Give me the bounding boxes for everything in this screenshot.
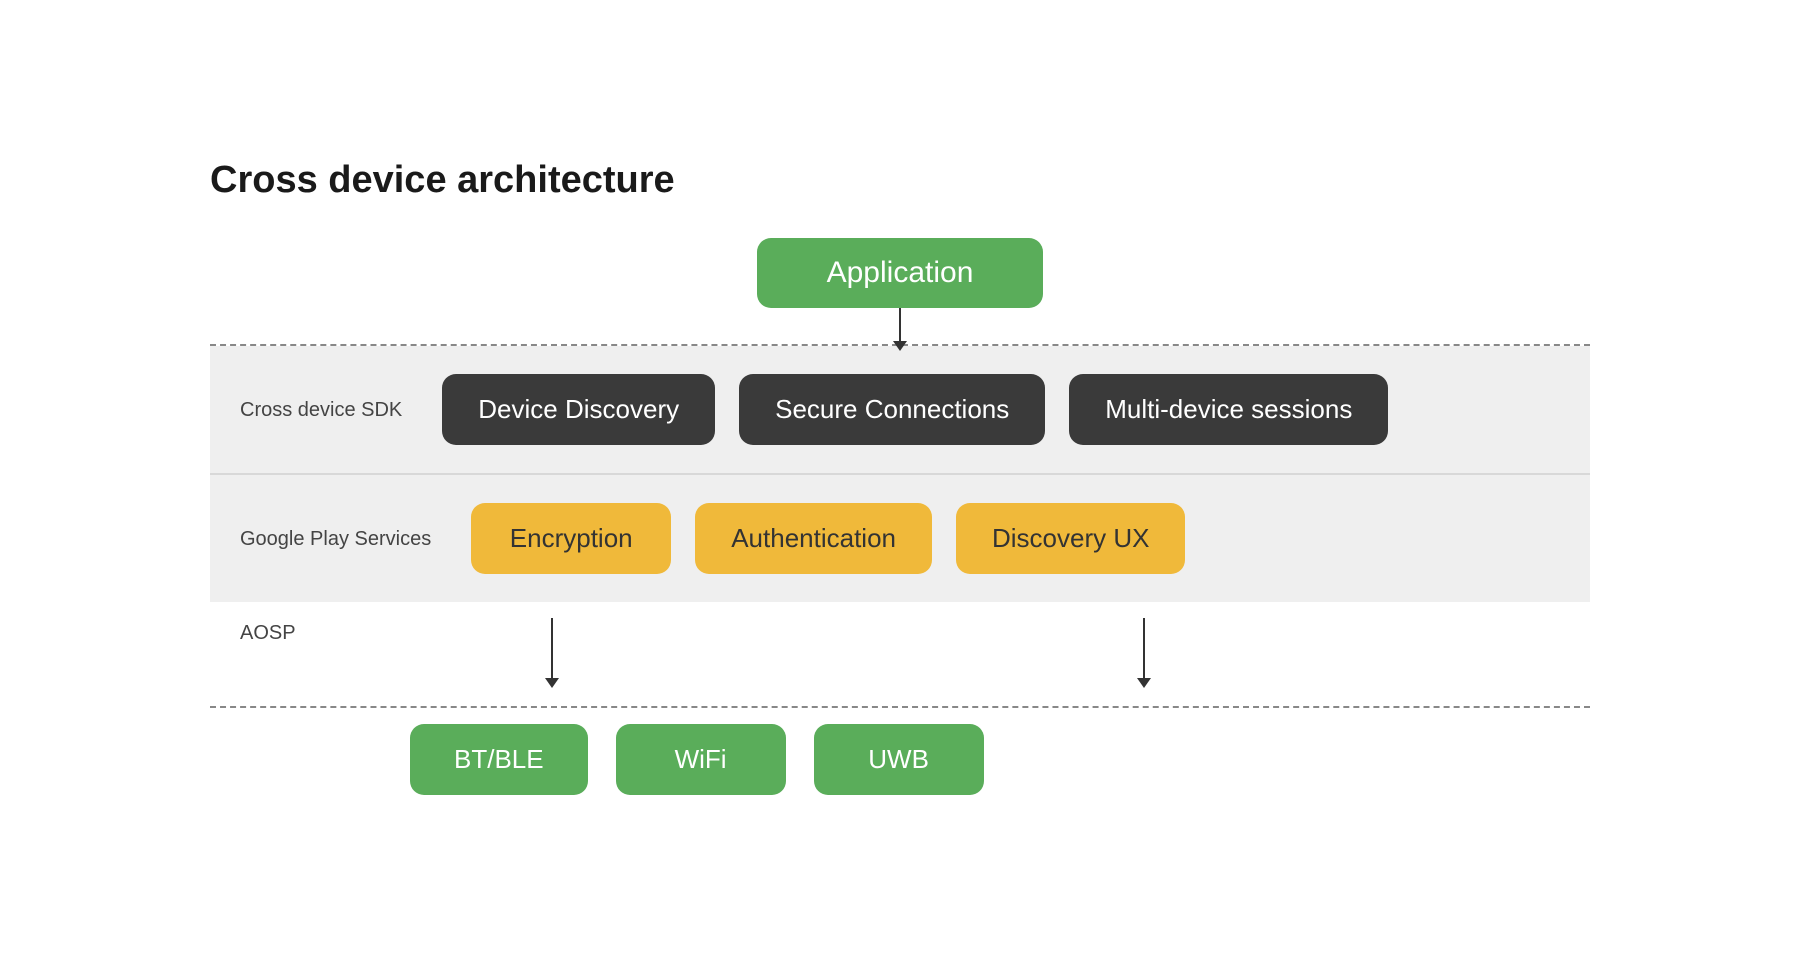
- sdk-section: Cross device SDK Device Discovery Secure…: [210, 346, 1590, 473]
- arrow-line-encryption: [551, 618, 553, 680]
- sdk-boxes: Device Discovery Secure Connections Mult…: [402, 374, 1560, 445]
- architecture-diagram: Application Cross device SDK Device Disc…: [210, 238, 1590, 795]
- sdk-label: Cross device SDK: [240, 396, 402, 424]
- authentication-box: Authentication: [695, 503, 932, 574]
- play-section: Google Play Services Encryption Authenti…: [210, 475, 1590, 602]
- secure-connections-box: Secure Connections: [739, 374, 1045, 445]
- aosp-label: AOSP: [240, 618, 400, 645]
- page: Cross device architecture Application Cr…: [150, 119, 1650, 835]
- device-discovery-box: Device Discovery: [442, 374, 715, 445]
- wifi-box: WiFi: [616, 724, 786, 795]
- aosp-row: AOSP: [210, 602, 1590, 698]
- application-box: Application: [757, 238, 1044, 308]
- page-title: Cross device architecture: [210, 159, 1590, 202]
- play-label: Google Play Services: [240, 525, 431, 553]
- application-row: Application: [210, 238, 1590, 308]
- arrow-encryption: [440, 618, 664, 680]
- arrow-line-discovery: [1143, 618, 1145, 680]
- app-arrow-line: [899, 308, 901, 344]
- arrow-discovery: [1032, 618, 1256, 680]
- encryption-box: Encryption: [471, 503, 671, 574]
- multi-device-sessions-box: Multi-device sessions: [1069, 374, 1388, 445]
- bottom-row: BT/BLE WiFi UWB: [210, 724, 1590, 795]
- bt-ble-box: BT/BLE: [410, 724, 588, 795]
- play-boxes: Encryption Authentication Discovery UX: [431, 503, 1560, 574]
- discovery-ux-box: Discovery UX: [956, 503, 1185, 574]
- app-arrow: [210, 308, 1590, 344]
- uwb-box: UWB: [814, 724, 984, 795]
- bottom-dashed-line: [210, 706, 1590, 708]
- arrows-area: [400, 618, 1560, 698]
